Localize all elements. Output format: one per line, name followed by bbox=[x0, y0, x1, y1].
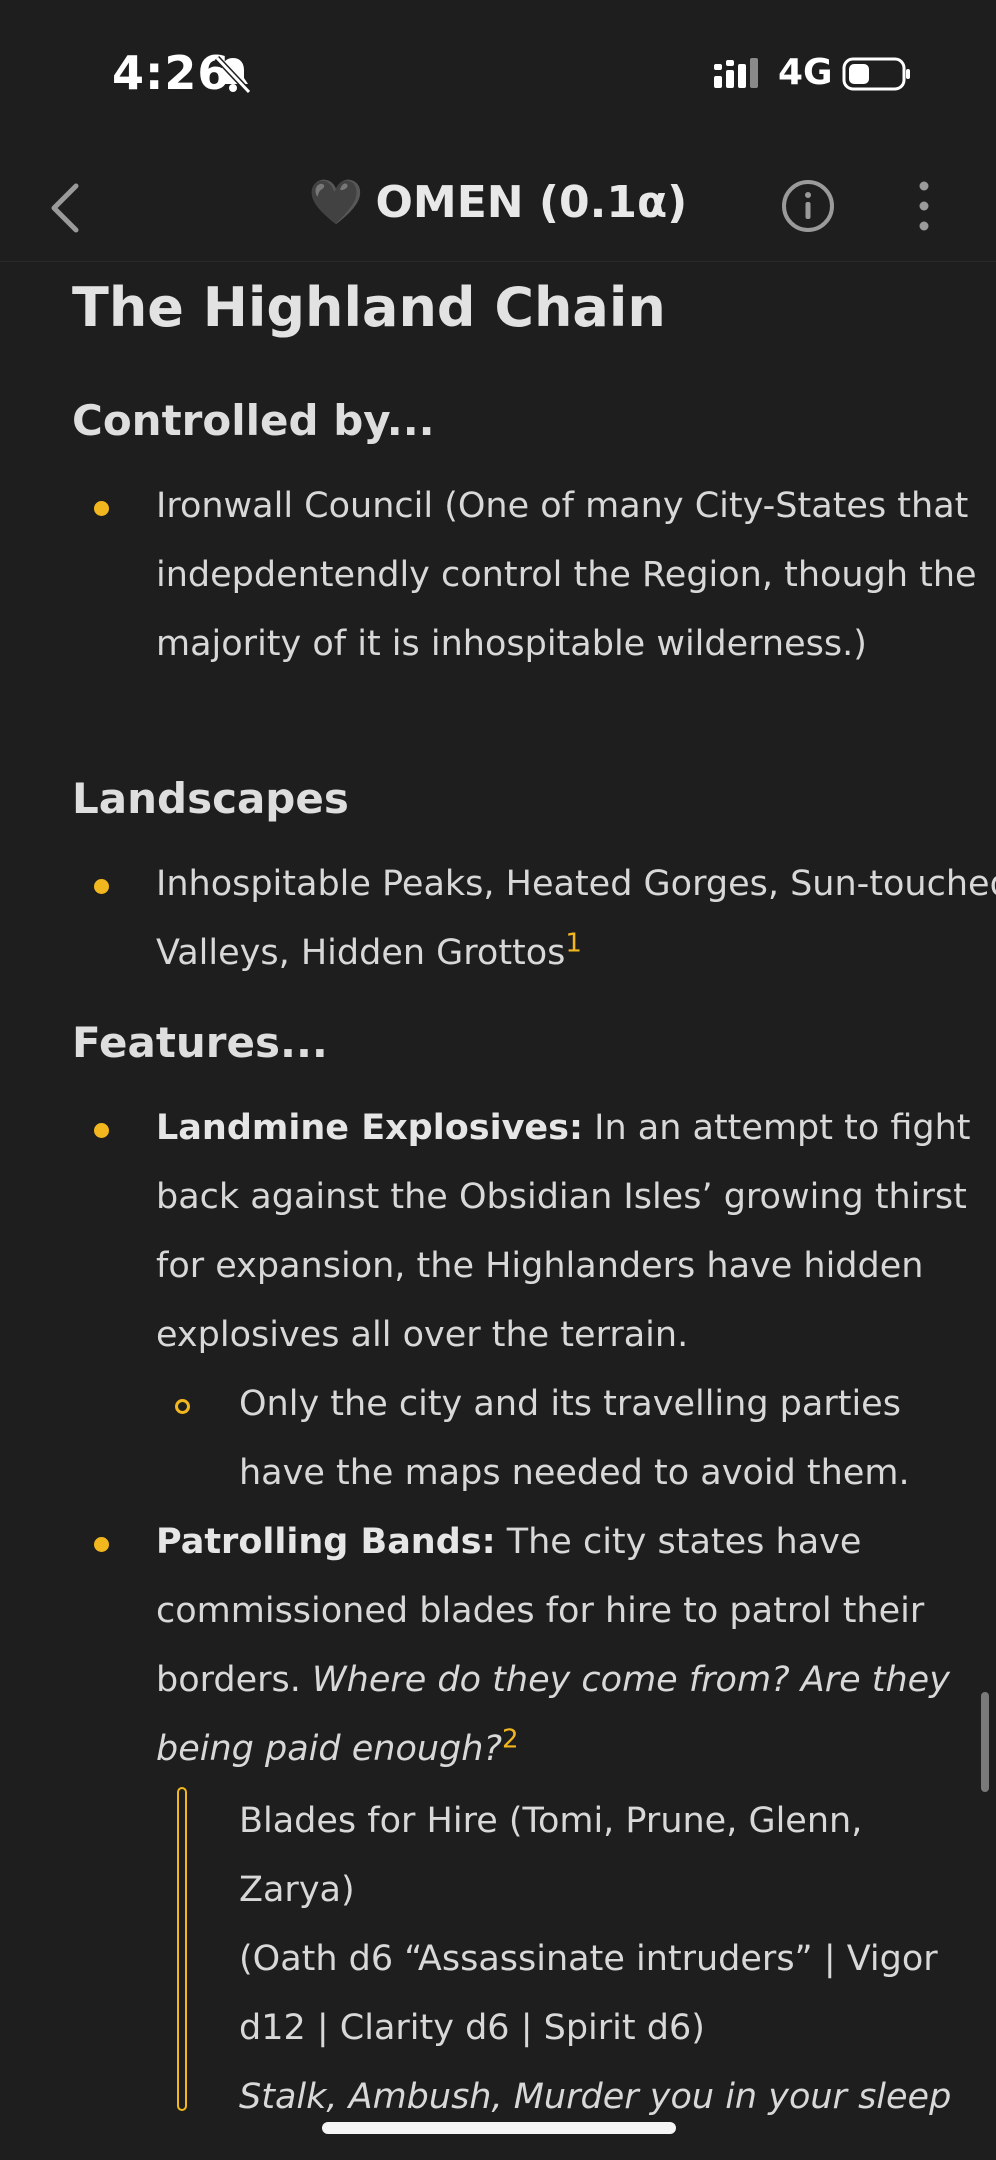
footnote-link[interactable]: 1 bbox=[565, 928, 582, 958]
scrollbar[interactable] bbox=[981, 1692, 989, 1792]
controlled-heading: Controlled by... bbox=[72, 396, 435, 445]
features-heading: Features... bbox=[72, 1018, 328, 1067]
bullet-icon bbox=[94, 1123, 109, 1138]
quote-line: Blades for Hire (Tomi, Prune, Glenn, bbox=[239, 1801, 863, 1841]
app-title: OMEN (0.1α) bbox=[375, 177, 688, 228]
bullet-icon bbox=[94, 879, 109, 894]
list-item: Inhospitable Peaks, Heated Gorges, Sun-t… bbox=[94, 850, 996, 988]
feature-label: Landmine Explosives: bbox=[156, 1108, 583, 1148]
signal-icon bbox=[714, 58, 758, 88]
status-time: 4:26 bbox=[112, 46, 231, 100]
nav-bar: 🖤 OMEN (0.1α) bbox=[0, 150, 996, 262]
nav-title: 🖤 OMEN (0.1α) bbox=[0, 176, 996, 229]
network-type: 4G bbox=[778, 52, 833, 93]
bullet-icon bbox=[94, 501, 109, 516]
quote-line: (Oath d6 “Assassinate intruders” | Vigor bbox=[239, 1939, 938, 1979]
landscapes-heading: Landscapes bbox=[72, 774, 349, 823]
battery-icon bbox=[842, 57, 910, 91]
info-icon[interactable] bbox=[780, 178, 836, 234]
list-item: Patrolling Bands: The city states have c… bbox=[94, 1508, 996, 1784]
footnote-link[interactable]: 2 bbox=[502, 1724, 519, 1754]
black-heart-icon: 🖤 bbox=[308, 177, 364, 229]
more-vertical-icon[interactable] bbox=[906, 178, 942, 234]
home-indicator[interactable] bbox=[322, 2122, 676, 2134]
status-bar: 4:26 4G bbox=[0, 0, 996, 150]
screen: 4:26 4G 🖤 OMEN (0.1α) The Highland Chain… bbox=[0, 0, 996, 2160]
quote-line: Zarya) bbox=[239, 1870, 355, 1910]
hollow-bullet-icon bbox=[175, 1399, 190, 1414]
page-title: The Highland Chain bbox=[72, 276, 666, 339]
list-item: Ironwall Council (One of many City-State… bbox=[94, 472, 996, 679]
bell-slash-icon bbox=[214, 55, 252, 94]
quote-line: d12 | Clarity d6 | Spirit d6) bbox=[239, 2008, 705, 2048]
sub-item-text: Only the city and its travelling parties… bbox=[239, 1384, 910, 1493]
list-item: Landmine Explosives: In an attempt to fi… bbox=[94, 1094, 996, 1370]
quote-text: Blades for Hire (Tomi, Prune, Glenn, Zar… bbox=[239, 1787, 959, 2132]
stat-block-quote: Blades for Hire (Tomi, Prune, Glenn, Zar… bbox=[177, 1787, 957, 2117]
feature-label: Patrolling Bands: bbox=[156, 1522, 496, 1562]
list-item-text: Ironwall Council (One of many City-State… bbox=[156, 486, 977, 664]
sub-list-item: Only the city and its travelling parties… bbox=[175, 1370, 959, 1508]
quote-bar bbox=[177, 1787, 187, 2111]
bullet-icon bbox=[94, 1537, 109, 1552]
